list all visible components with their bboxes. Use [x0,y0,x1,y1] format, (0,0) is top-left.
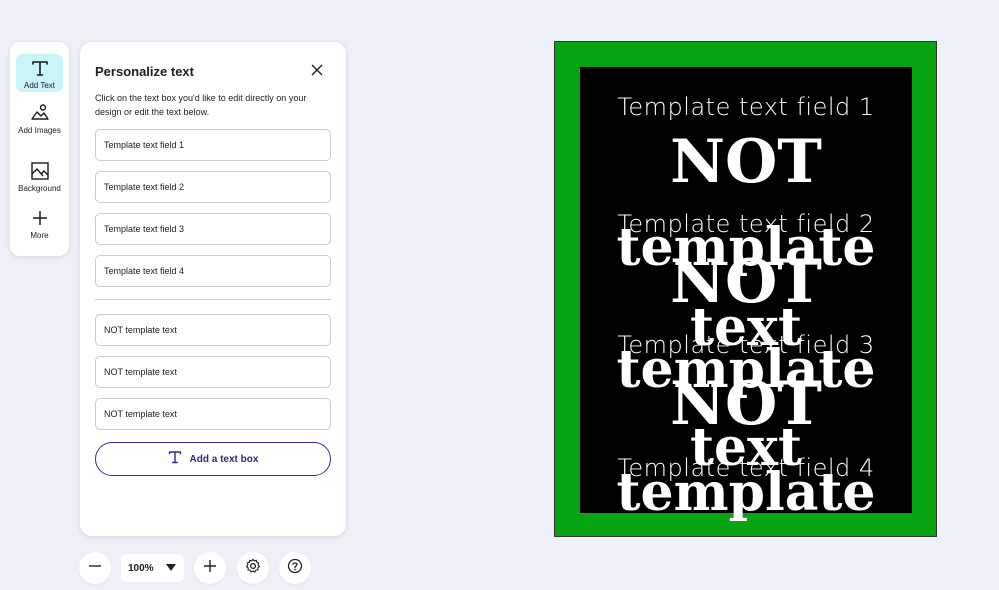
gear-icon [245,558,261,579]
panel-title: Personalize text [95,64,194,79]
add-text-tool[interactable]: Add Text [16,54,63,92]
background-icon [29,160,51,182]
non-template-text-field-2[interactable] [95,356,331,388]
non-template-text-field-1[interactable] [95,314,331,346]
image-add-icon [29,102,51,124]
personalize-text-panel: Personalize text Click on the text box y… [80,42,346,536]
panel-instructions: Click on the text box you'd like to edit… [95,93,307,117]
minus-icon [88,559,102,578]
plus-icon [29,207,51,229]
background-label: Background [18,184,61,193]
fields-divider [95,299,331,300]
close-button[interactable] [307,62,327,82]
add-text-label: Add Text [24,81,55,90]
template-text-field-1[interactable] [95,129,331,161]
template-text-field-4[interactable] [95,255,331,287]
zoom-level-select[interactable]: 100% [121,554,184,582]
tool-rail: Add Text Add Images Background More [10,42,69,256]
design-canvas[interactable]: Template text field 1 NOT Template text … [554,41,937,537]
design-template-word-3[interactable]: template [580,462,912,524]
text-icon [29,57,51,79]
more-tool[interactable]: More [16,207,63,243]
template-text-field-2[interactable] [95,171,331,203]
zoom-level-value: 100% [128,562,154,574]
design-not-text-1[interactable]: NOT [580,127,912,197]
more-label: More [30,231,49,240]
zoom-out-button[interactable] [79,552,111,584]
settings-button[interactable] [237,552,269,584]
zoom-in-button[interactable] [194,552,226,584]
plus-icon [203,559,217,578]
non-template-text-field-3[interactable] [95,398,331,430]
caret-down-icon [166,559,176,577]
help-icon [287,558,303,579]
add-text-box-label: Add a text box [189,453,259,465]
template-text-field-3[interactable] [95,213,331,245]
text-icon [168,450,182,469]
design-background: Template text field 1 NOT Template text … [580,67,912,523]
close-icon [311,63,323,81]
add-images-label: Add Images [18,126,61,135]
add-images-tool[interactable]: Add Images [16,102,63,148]
add-text-box-button[interactable]: Add a text box [95,442,331,476]
design-template-text-1[interactable]: Template text field 1 [580,93,912,121]
background-tool[interactable]: Background [16,160,63,196]
help-button[interactable] [279,552,311,584]
